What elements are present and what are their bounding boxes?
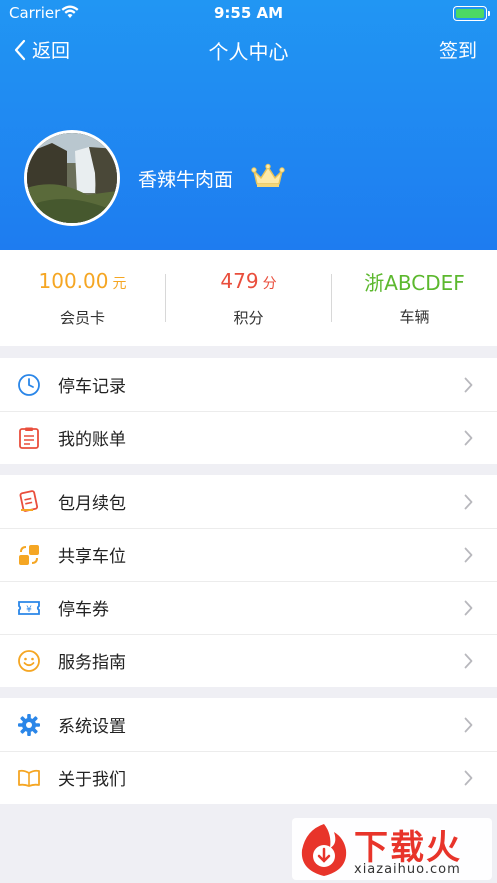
username: 香辣牛肉面 xyxy=(138,168,234,191)
share-icon xyxy=(17,543,41,567)
stat-label: 会员卡 xyxy=(59,309,105,327)
chevron-right-icon xyxy=(464,653,473,668)
stat-label: 积分 xyxy=(233,309,264,327)
sign-in-button[interactable]: 签到 xyxy=(439,36,477,63)
menu-item-label: 共享车位 xyxy=(58,547,126,567)
menu-item-monthly-package[interactable]: 包月续包 xyxy=(0,475,497,528)
chevron-right-icon xyxy=(464,377,473,392)
flame-logo-icon xyxy=(301,824,347,876)
menu-group-records: 停车记录 我的账单 xyxy=(0,358,497,464)
stat-member-card[interactable]: 100.00 元 会员卡 xyxy=(0,268,165,328)
avatar[interactable] xyxy=(24,130,120,226)
chevron-right-icon xyxy=(464,547,473,562)
menu-item-label: 包月续包 xyxy=(58,494,126,514)
bill-icon xyxy=(17,426,41,450)
crown-icon xyxy=(251,163,285,193)
profile-section: 香辣牛肉面 xyxy=(24,130,285,226)
stat-vehicle[interactable]: 浙ABCDEF 车辆 xyxy=(332,270,497,327)
chevron-right-icon xyxy=(464,717,473,732)
stat-unit: 分 xyxy=(262,276,277,292)
menu-group-settings: 系统设置 关于我们 xyxy=(0,698,497,804)
chevron-right-icon xyxy=(464,770,473,785)
back-button[interactable]: 返回 xyxy=(14,36,70,63)
stat-label: 车辆 xyxy=(399,307,430,326)
stat-value: 浙ABCDEF xyxy=(364,270,465,295)
nav-bar: 返回 个人中心 签到 xyxy=(0,30,497,70)
menu-item-label: 停车券 xyxy=(58,600,109,620)
menu-item-shared-parking[interactable]: 共享车位 xyxy=(0,528,497,581)
menu-item-label: 系统设置 xyxy=(58,717,126,737)
stat-value: 100.00 xyxy=(38,269,109,293)
back-label: 返回 xyxy=(32,40,71,62)
package-icon xyxy=(17,489,41,514)
menu-item-about-us[interactable]: 关于我们 xyxy=(0,751,497,804)
chevron-right-icon xyxy=(464,494,473,509)
book-icon xyxy=(17,766,41,790)
header: Carrier 9:55 AM 返回 个人中心 签到 香辣牛肉面 xyxy=(0,0,497,250)
page-title: 个人中心 xyxy=(208,40,289,64)
stat-points[interactable]: 479 分 积分 xyxy=(166,268,331,328)
menu-item-label: 我的账单 xyxy=(58,430,126,450)
chevron-left-icon xyxy=(14,39,26,60)
menu-item-parking-records[interactable]: 停车记录 xyxy=(0,358,497,411)
menu-item-my-bill[interactable]: 我的账单 xyxy=(0,411,497,464)
stat-unit: 元 xyxy=(112,276,127,292)
svg-text:¥: ¥ xyxy=(26,605,32,615)
chevron-right-icon xyxy=(464,430,473,445)
watermark: 下载火 xiazaihuo.com xyxy=(292,818,492,880)
menu-item-label: 关于我们 xyxy=(58,770,126,790)
menu-item-system-settings[interactable]: 系统设置 xyxy=(0,698,497,751)
ticket-icon: ¥ xyxy=(17,596,41,620)
status-bar: Carrier 9:55 AM xyxy=(0,0,497,26)
stats-bar: 100.00 元 会员卡 479 分 积分 浙ABCDEF 车辆 xyxy=(0,250,497,346)
menu-item-label: 停车记录 xyxy=(58,377,126,397)
menu-group-services: 包月续包 共享车位 ¥ 停车券 服务指南 xyxy=(0,475,497,687)
chevron-right-icon xyxy=(464,600,473,615)
menu-item-label: 服务指南 xyxy=(58,653,126,673)
battery-icon xyxy=(453,6,490,21)
menu-item-parking-coupon[interactable]: ¥ 停车券 xyxy=(0,581,497,634)
smile-icon xyxy=(17,649,41,673)
watermark-url: xiazaihuo.com xyxy=(354,862,461,877)
menu-item-service-guide[interactable]: 服务指南 xyxy=(0,634,497,687)
status-time: 9:55 AM xyxy=(213,4,284,22)
gear-icon xyxy=(17,713,41,737)
stat-value: 479 xyxy=(220,269,259,293)
clock-icon xyxy=(17,373,41,397)
